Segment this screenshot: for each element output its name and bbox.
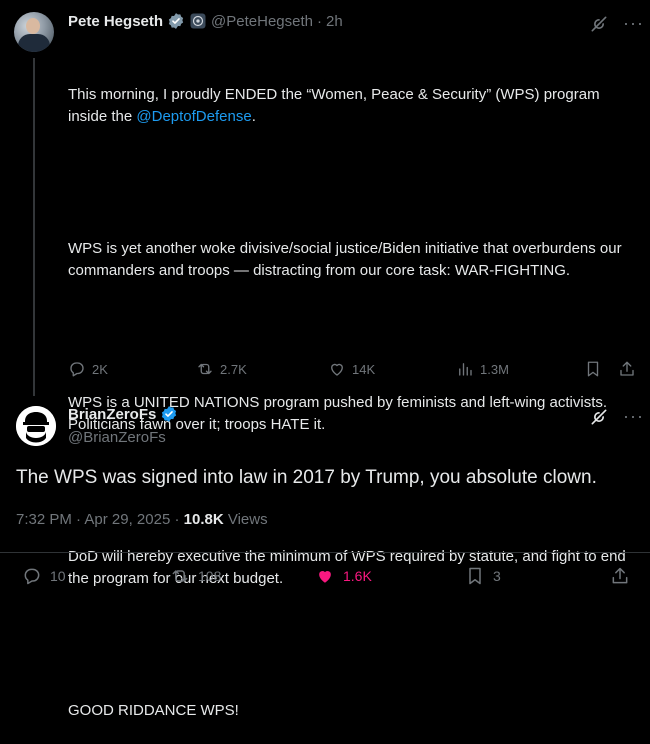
views-count: 1.3M <box>480 361 509 377</box>
verified-badge-icon[interactable] <box>160 405 178 423</box>
reply-meta: 7:32 PM · Apr 29, 2025 · 10.8K Views <box>16 511 268 528</box>
reply-date[interactable]: Apr 29, 2025 <box>84 511 170 528</box>
like-count: 14K <box>352 361 376 377</box>
reply-body: The WPS was signed into law in 2017 by T… <box>16 467 597 488</box>
reply-views-count: 10.8K <box>183 511 224 528</box>
thread-line <box>33 58 35 396</box>
reply-count: 2K <box>92 361 108 377</box>
bookmark-button[interactable] <box>584 360 602 378</box>
more-icon[interactable]: ··· <box>623 13 644 34</box>
reply-bookmark-count: 3 <box>493 568 501 584</box>
reply-reply-count: 10 <box>50 568 66 584</box>
reply-top-actions: ··· <box>589 406 644 427</box>
avatar-pete-hegseth[interactable] <box>14 12 54 52</box>
avatar-brianzerofs[interactable] <box>16 406 56 446</box>
dot-separator: · <box>174 511 184 528</box>
like-icon <box>319 571 331 583</box>
reply-share-button[interactable] <box>610 566 630 586</box>
reply-author-name[interactable]: BrianZeroFs <box>68 406 156 423</box>
reply-icon <box>24 568 40 585</box>
like-icon <box>331 363 343 376</box>
tweet-text-segment: . <box>251 108 256 125</box>
tweet-header: Pete Hegseth @PeteHegseth · 2h <box>68 12 343 30</box>
reply-button[interactable]: 2K <box>68 360 108 378</box>
reply-views-label: Views <box>227 511 268 528</box>
reply-icon <box>70 362 84 377</box>
reply-repost-count: 108 <box>198 568 222 584</box>
divider <box>0 552 650 553</box>
tweet-paragraph-1: This morning, I proudly ENDED the “Women… <box>68 84 633 128</box>
share-button[interactable] <box>618 360 636 378</box>
views-button[interactable]: 1.3M <box>456 360 509 378</box>
verified-badge-icon[interactable] <box>167 12 185 30</box>
grok-icon[interactable] <box>589 407 609 427</box>
more-icon[interactable]: ··· <box>623 406 644 427</box>
reply-repost-button[interactable]: 108 <box>170 566 221 586</box>
bookmark-icon <box>469 567 481 585</box>
repost-icon <box>198 363 212 375</box>
reply-time[interactable]: 7:32 PM <box>16 511 72 528</box>
tweet-time[interactable]: 2h <box>326 13 343 30</box>
repost-icon <box>172 570 188 582</box>
bookmark-icon <box>587 361 599 377</box>
reply-bookmark-button[interactable]: 3 <box>465 566 501 586</box>
reply-reply-button[interactable]: 10 <box>22 566 66 586</box>
like-button[interactable]: 14K <box>328 360 375 378</box>
grok-icon[interactable] <box>589 14 609 34</box>
reply-like-button[interactable]: 1.6K <box>315 566 372 586</box>
repost-button[interactable]: 2.7K <box>196 360 247 378</box>
tweet-paragraph-5: GOOD RIDDANCE WPS! <box>68 702 239 719</box>
reply-header: BrianZeroFs <box>68 405 178 423</box>
reply-like-count: 1.6K <box>343 568 372 584</box>
reply-author-handle[interactable]: @BrianZeroFs <box>68 429 166 446</box>
repost-count: 2.7K <box>220 361 247 377</box>
affiliate-badge-icon[interactable] <box>189 12 207 30</box>
tweet-paragraph-2: WPS is yet another woke divisive/social … <box>68 240 626 279</box>
views-icon <box>459 363 472 376</box>
dot-separator: · <box>317 12 322 30</box>
tweet-top-actions: ··· <box>589 13 644 34</box>
avatar-illustration <box>16 406 56 446</box>
share-icon <box>612 567 628 584</box>
author-handle[interactable]: @PeteHegseth <box>211 13 313 30</box>
share-icon <box>620 361 634 376</box>
mention-link[interactable]: @DeptofDefense <box>136 108 251 125</box>
author-name[interactable]: Pete Hegseth <box>68 13 163 30</box>
tweet-body: This morning, I proudly ENDED the “Women… <box>68 40 633 744</box>
